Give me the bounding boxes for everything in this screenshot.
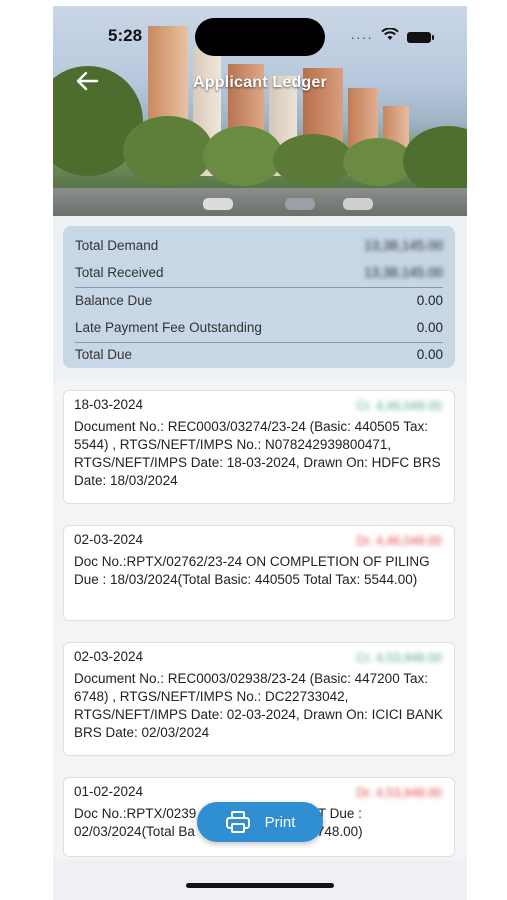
printer-icon xyxy=(225,811,250,833)
status-icons: ···· xyxy=(350,27,434,46)
summary-value: 13,38,145.00 xyxy=(364,265,443,280)
entry-description: Doc No.:RPTX/02762/23-24 ON COMPLETION O… xyxy=(74,554,430,587)
ledger-entry[interactable]: 18-03-2024 Cr. 4,46,049.00 Document No.:… xyxy=(63,390,455,504)
summary-row-total-demand: Total Demand 13,38,145.00 xyxy=(75,232,443,259)
summary-label: Late Payment Fee Outstanding xyxy=(75,320,262,335)
summary-label: Total Received xyxy=(75,265,164,280)
summary-row-balance-due: Balance Due 0.00 xyxy=(75,287,443,314)
summary-value: 13,38,145.00 xyxy=(364,238,443,253)
summary-row-total-due: Total Due 0.00 xyxy=(75,341,443,368)
summary-label: Total Demand xyxy=(75,238,159,253)
entry-description: Document No.: REC0003/03274/23-24 (Basic… xyxy=(74,419,441,488)
signal-icon: ···· xyxy=(350,29,373,45)
entry-amount: Dr. 4,53,948.00 xyxy=(356,786,442,800)
ledger-entry[interactable]: 02-03-2024 Cr. 4,53,948.00 Document No.:… xyxy=(63,642,455,756)
app-screen: 5:28 ···· Applicant Ledger Total Demand xyxy=(53,6,467,900)
entry-description: Document No.: REC0003/02938/23-24 (Basic… xyxy=(74,671,443,740)
home-bar-area xyxy=(53,860,467,900)
ledger-entry[interactable]: 02-03-2024 Dr. 4,46,049.00 Doc No.:RPTX/… xyxy=(63,525,455,621)
page-title: Applicant Ledger xyxy=(193,74,327,91)
battery-icon xyxy=(407,31,434,43)
entry-amount: Cr. 4,46,049.00 xyxy=(356,399,442,413)
summary-row-total-received: Total Received 13,38,145.00 xyxy=(75,259,443,286)
summary-card: Total Demand 13,38,145.00 Total Received… xyxy=(63,226,455,368)
wifi-icon xyxy=(381,27,399,46)
summary-value: 0.00 xyxy=(416,320,443,335)
entry-amount: Dr. 4,46,049.00 xyxy=(356,534,442,548)
print-label: Print xyxy=(264,813,296,831)
summary-section: Total Demand 13,38,145.00 Total Received… xyxy=(53,216,467,380)
print-button[interactable]: Print xyxy=(197,802,323,842)
entry-amount: Cr. 4,53,948.00 xyxy=(356,651,442,665)
summary-label: Balance Due xyxy=(75,293,153,308)
status-time: 5:28 xyxy=(108,26,143,45)
summary-row-late-fee: Late Payment Fee Outstanding 0.00 xyxy=(75,314,443,341)
home-indicator[interactable] xyxy=(186,883,334,888)
summary-value: 0.00 xyxy=(416,347,443,362)
summary-label: Total Due xyxy=(75,347,133,362)
dynamic-island xyxy=(195,18,325,56)
header-image: 5:28 ···· Applicant Ledger xyxy=(53,6,467,216)
ledger-list[interactable]: 18-03-2024 Cr. 4,46,049.00 Document No.:… xyxy=(53,380,467,860)
summary-value: 0.00 xyxy=(416,293,443,308)
